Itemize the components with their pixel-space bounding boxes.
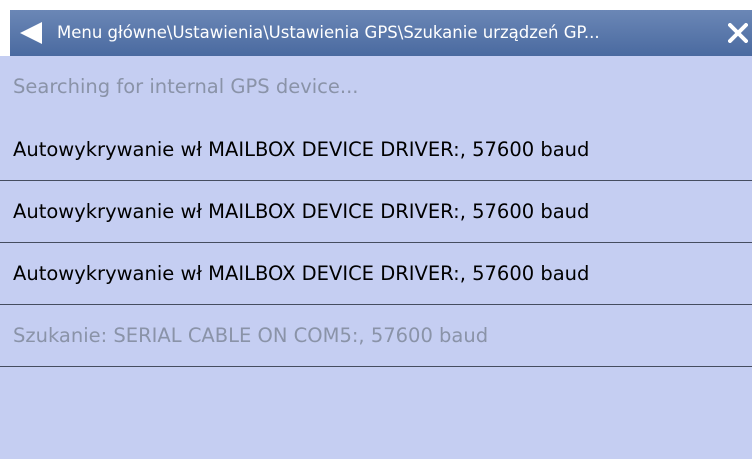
back-arrow-icon	[20, 22, 42, 44]
device-list-item[interactable]: Autowykrywanie wł MAILBOX DEVICE DRIVER:…	[0, 119, 752, 181]
breadcrumb-title: Menu główne\Ustawienia\Ustawienia GPS\Sz…	[57, 23, 600, 42]
title-bar: Menu główne\Ustawienia\Ustawienia GPS\Sz…	[0, 0, 752, 56]
gps-device-search-screen: Menu główne\Ustawienia\Ustawienia GPS\Sz…	[0, 0, 752, 459]
title-bar-inner: Menu główne\Ustawienia\Ustawienia GPS\Sz…	[10, 10, 752, 56]
device-list: Searching for internal GPS device... Aut…	[0, 56, 752, 367]
device-list-item[interactable]: Autowykrywanie wł MAILBOX DEVICE DRIVER:…	[0, 181, 752, 243]
back-button[interactable]	[10, 10, 54, 56]
search-status-text: Searching for internal GPS device...	[0, 56, 752, 119]
device-list-item-searching[interactable]: Szukanie: SERIAL CABLE ON COM5:, 57600 b…	[0, 305, 752, 367]
close-button[interactable]	[718, 10, 752, 56]
close-icon	[728, 23, 748, 43]
device-list-item[interactable]: Autowykrywanie wł MAILBOX DEVICE DRIVER:…	[0, 243, 752, 305]
